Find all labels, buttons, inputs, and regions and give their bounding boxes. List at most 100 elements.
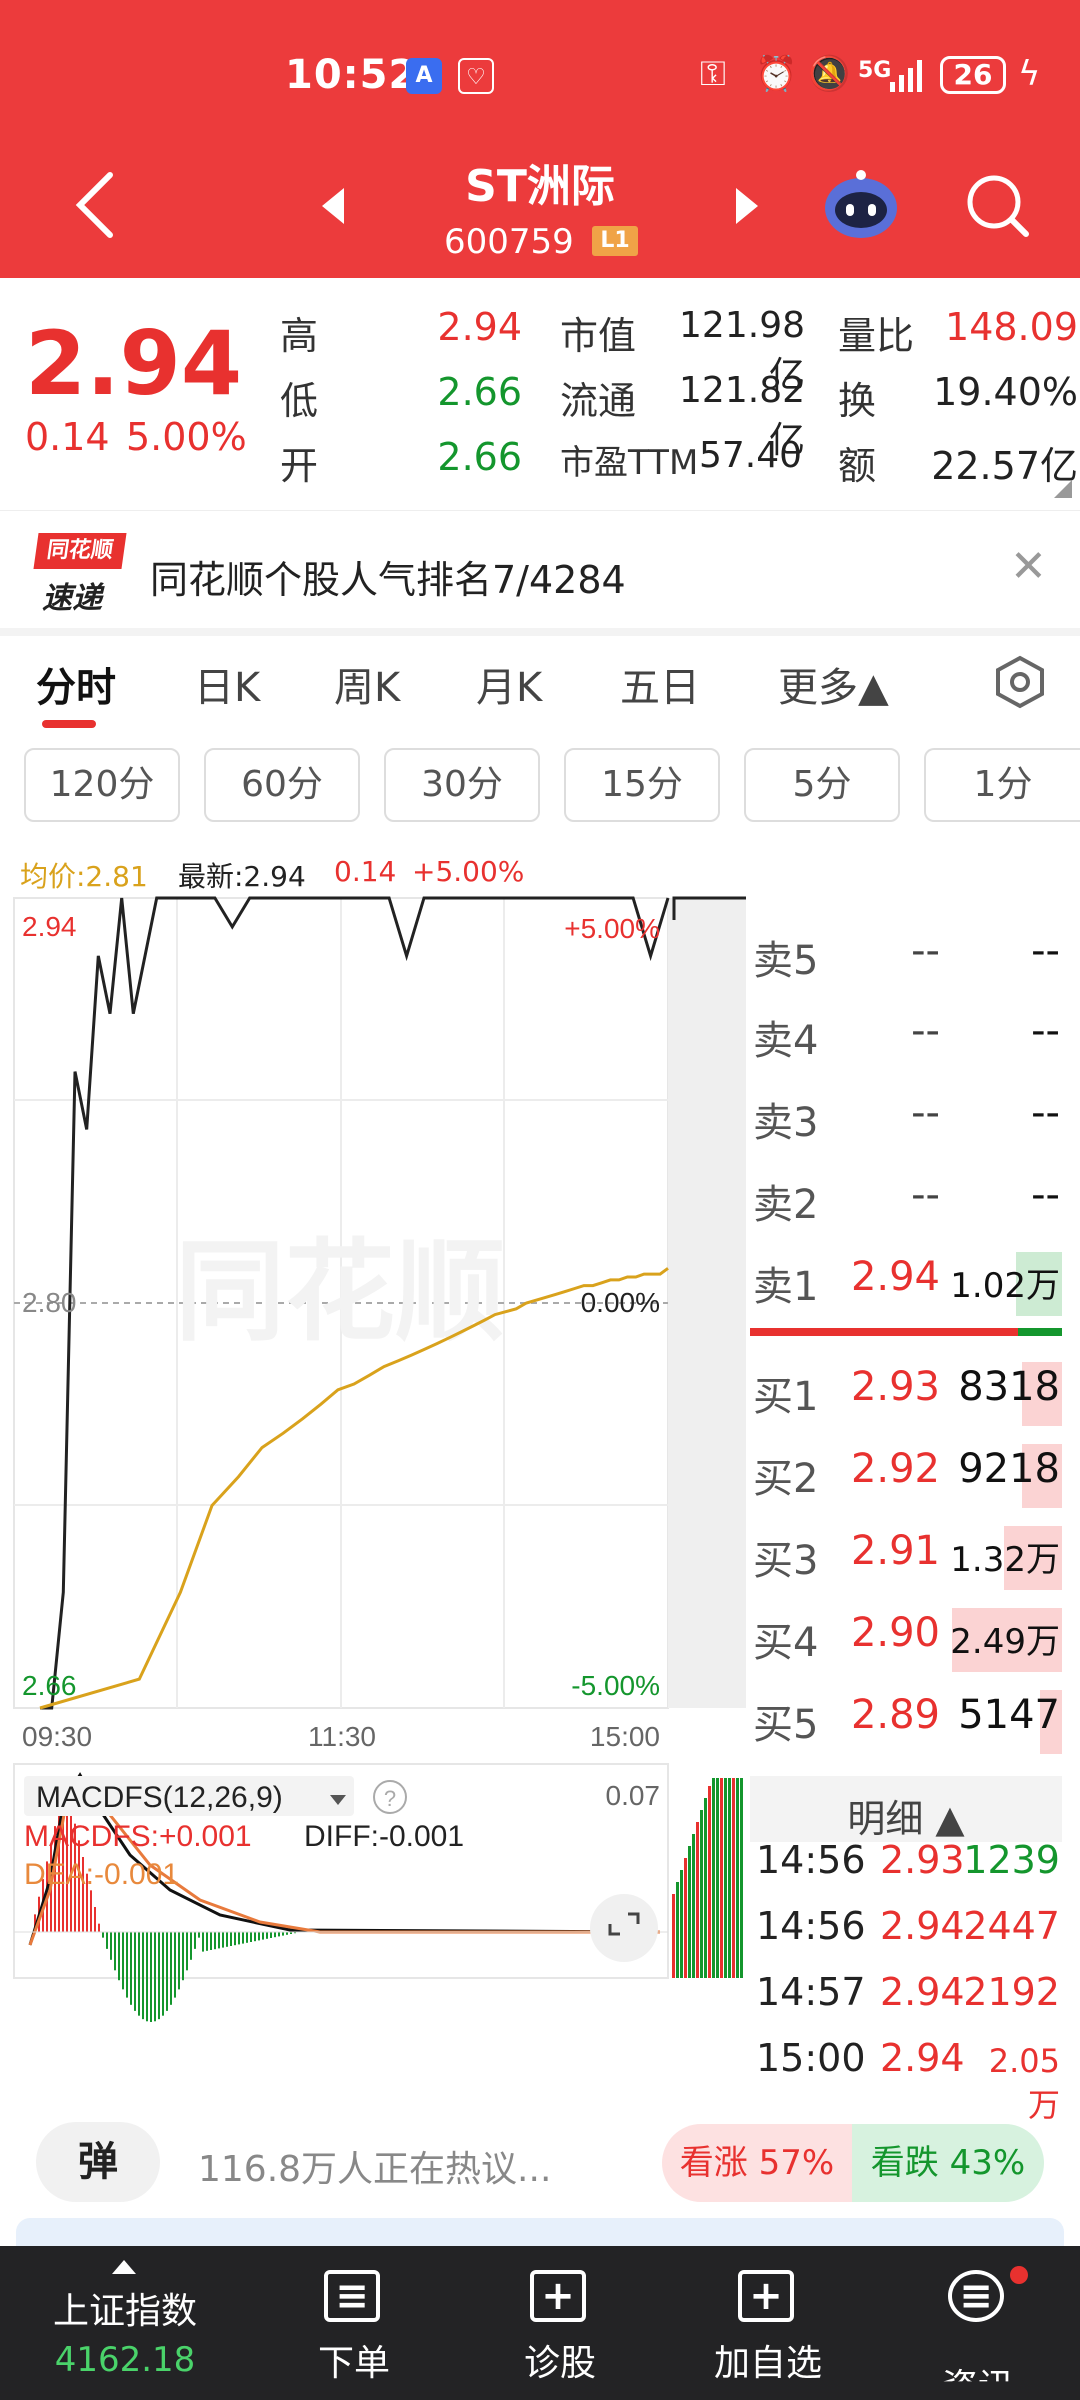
popularity-banner[interactable]: 同花顺 速递 同花顺个股人气排名7/4284 ✕ [0,510,1080,628]
interval-15min[interactable]: 15分 [564,748,720,822]
bottom-card-strip [16,2218,1064,2246]
tick-time: 15:00 [756,2036,866,2080]
nav-add-watchlist[interactable]: + 加自选 [660,2246,876,2400]
macd-bar [258,1932,260,1941]
macd-bar [186,1932,188,1971]
tab-more[interactable]: 更多▲ [778,655,889,713]
macd-bar [222,1932,224,1948]
last-price: 2.94 [25,312,243,415]
macd-side-bar [740,1778,743,1978]
vote-bearish-button[interactable]: 看跌 43% [852,2124,1044,2202]
tick-price: 2.94 [880,1904,965,1948]
book-level-price: -- [911,1090,940,1136]
macd-bar [198,1932,200,1938]
book-level-label: 买1 [753,1374,819,1420]
vote-bullish-button[interactable]: 看涨 57% [662,2124,852,2202]
macd-bar [238,1932,240,1945]
macd-side-bar [688,1846,691,1978]
nav-index-shanghai[interactable]: 上证指数 4162.18 [0,2246,216,2400]
danmaku-toggle-button[interactable]: 弹 [36,2122,160,2202]
tick-price: 2.94 [880,2036,965,2080]
macd-side-bar [672,1894,675,1978]
header: 10:52 A ♡ ⚿ ⏰ 🔕 5G 26 ϟ ST洲际 600759 L1 [0,0,1080,278]
robot-assistant-icon[interactable] [822,168,900,240]
tab-five-day[interactable]: 五日 [620,655,700,713]
book-level-price: 2.93 [850,1364,940,1410]
macd-bar [150,1932,152,2022]
macd-bar [218,1932,220,1949]
macd-bar [106,1932,108,1949]
macd-bar [234,1932,236,1946]
nav-place-order[interactable]: ≡ 下单 [246,2246,462,2400]
tick-volume: 1239 [963,1838,1060,1882]
tab-daily-k[interactable]: 日K [194,655,260,713]
stat-label-mktcap: 市值 [560,314,637,358]
detail-header[interactable]: 明细 ▲ [750,1776,1062,1842]
price-change: 0.14 [25,415,110,459]
macd-side-bar [736,1778,739,1978]
macd-bar [206,1932,208,1951]
macd-bar [122,1932,124,1990]
macd-side-bar [680,1870,683,1978]
book-level-label: 卖3 [753,1100,819,1146]
interval-120min[interactable]: 120分 [24,748,180,822]
interval-5min[interactable]: 5分 [744,748,900,822]
macd-bar [214,1932,216,1950]
y-tick-pct-mid: 0.00% [581,1287,660,1318]
bottom-nav: 上证指数 4162.18 ≡ 下单 + 诊股 + 加自选 ≡ 资讯 [0,2246,1080,2400]
book-level-label: 买4 [753,1620,819,1666]
macd-bar [246,1932,248,1943]
macd-selector[interactable]: MACDFS(12,26,9) [36,1781,283,1814]
order-list-icon: ≡ [324,2270,380,2322]
alarm-icon: ⏰ [755,54,798,94]
book-level-label: 卖1 [753,1264,819,1310]
status-time: 10:52 [285,52,418,98]
charging-icon: ϟ [1018,54,1041,94]
intraday-chart[interactable]: 同花顺 2.94 2.80 2.66 +5.00% 0.00% -5.00% 0… [0,880,750,2100]
y-tick-low: 2.66 [22,1670,77,1701]
detail-title: 明细 ▲ [847,1797,965,1841]
macd-side-bar [684,1858,687,1978]
search-icon[interactable] [962,170,1032,240]
tab-weekly-k[interactable]: 周K [334,655,400,713]
macd-bar [226,1932,228,1947]
stat-value-low: 2.66 [437,370,522,414]
interval-30min[interactable]: 30分 [384,748,540,822]
close-icon[interactable]: ✕ [1010,541,1047,592]
caret-up-icon [112,2260,136,2274]
key-icon: ⚿ [700,54,726,94]
expand-corner-icon[interactable] [1054,480,1072,498]
book-level-price: 2.89 [850,1692,940,1738]
x-tick-noon: 11:30 [308,1721,376,1752]
macd-bar [254,1932,256,1942]
macd-bar [102,1932,104,1938]
fullscreen-button[interactable] [590,1894,658,1962]
macd-bar [142,1932,144,2020]
tick-volume: 2192 [963,1970,1060,2014]
tick-price: 2.93 [880,1838,965,1882]
settings-hexagon-icon[interactable] [994,655,1046,709]
book-level-price: -- [911,1008,940,1054]
next-stock-icon[interactable] [732,186,762,226]
macd-bar [182,1932,184,1981]
stock-code: 600759 [444,222,574,262]
book-level-price: 2.90 [850,1610,940,1656]
nav-news[interactable]: ≡ 资讯 [870,2246,1080,2400]
book-divider [750,1328,1062,1336]
tab-monthly-k[interactable]: 月K [476,655,542,713]
nav-diagnose[interactable]: + 诊股 [452,2246,668,2400]
macd-side-bar [712,1778,715,1978]
stat-label-pe: 市盈TTM [560,443,699,483]
book-level-label: 卖5 [753,938,819,984]
discussion-count-text[interactable]: 116.8万人正在热议... [198,2140,551,2192]
macd-bar [270,1932,272,1938]
tab-intraday[interactable]: 分时 [36,655,116,713]
interval-60min[interactable]: 60分 [204,748,360,822]
tick-time: 14:56 [756,1904,866,1948]
book-level-label: 卖2 [753,1182,819,1228]
stat-label-float: 流通 [560,379,637,423]
macd-side-bar [732,1778,735,1978]
macd-side-bar [692,1834,695,1978]
interval-1min[interactable]: 1分 [924,748,1080,822]
price-change-pct: 5.00% [126,415,247,459]
